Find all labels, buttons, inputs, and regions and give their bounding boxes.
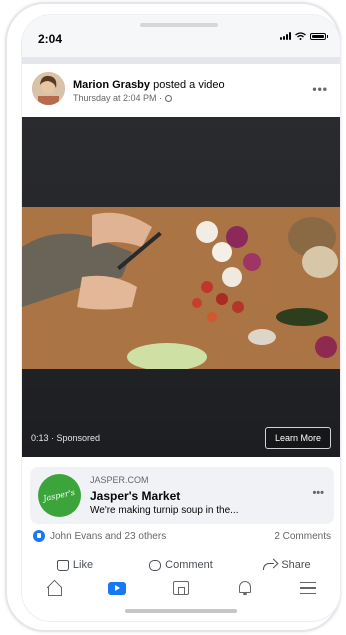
home-indicator[interactable] [125,609,237,613]
screen: 2:04 Marion Grasby posted a video Thursd… [21,14,341,622]
ad-logo: Jasper's [38,474,81,517]
marketplace-icon [172,581,189,595]
status-time: 2:04 [38,32,63,46]
share-label: Share [281,559,311,571]
video-player[interactable]: 0:13 · Sponsored Learn More [22,117,340,457]
battery-icon [310,32,328,40]
post-author[interactable]: Marion Grasby [73,79,150,91]
more-horizontal-icon[interactable]: ••• [312,82,328,96]
post-meta: Thursday at 2:04 PM · [73,93,173,103]
learn-more-button[interactable]: Learn More [264,427,331,449]
nav-menu[interactable] [297,578,319,598]
ad-card[interactable]: Jasper's JASPER.COM Jasper's Market We'r… [30,467,334,524]
status-icons [280,32,328,40]
globe-icon [165,94,173,102]
reactions-summary[interactable]: John Evans and 23 others [50,531,166,542]
avatar[interactable] [32,72,65,105]
wifi-icon [295,32,306,40]
like-button[interactable]: Like [22,557,128,573]
nav-watch[interactable] [106,578,128,598]
ad-title[interactable]: Jasper's Market [90,489,180,503]
video-sponsored-label: 0:13 · Sponsored [31,433,101,443]
home-icon [46,582,62,596]
nav-marketplace[interactable] [170,578,192,598]
notch [140,23,218,27]
comment-count[interactable]: 2 Comments [274,531,331,542]
bottom-nav [22,575,340,601]
cellular-signal-icon [280,32,291,40]
phone-frame: 2:04 Marion Grasby posted a video Thursd… [5,2,341,632]
post-author-line: Marion Grasby posted a video [73,79,225,91]
like-reaction-icon [33,530,45,542]
watch-icon [108,581,127,595]
ad-domain: JASPER.COM [90,475,149,485]
video-frame [22,207,340,369]
comment-label: Comment [165,559,213,571]
post-actions: Like Comment Share [22,557,340,573]
ad-description: We're making turnip soup in the... [90,505,239,516]
ad-more-icon[interactable]: ••• [312,487,324,499]
comment-icon [149,559,162,571]
like-label: Like [72,559,94,571]
menu-icon [300,582,317,594]
post-action: posted a video [150,79,225,91]
nav-notifications[interactable] [234,578,256,598]
comment-button[interactable]: Comment [128,557,234,573]
feed-divider [22,57,340,64]
notifications-icon [238,581,252,595]
share-button[interactable]: Share [234,557,340,573]
ad-logo-text: Jasper's [42,487,77,504]
share-icon [263,560,277,571]
post-header: Marion Grasby posted a video Thursday at… [22,64,340,117]
post-timestamp[interactable]: Thursday at 2:04 PM · [73,93,162,103]
status-bar: 2:04 [22,15,340,57]
reactions-bar: John Evans and 23 others 2 Comments [22,529,340,547]
thumbs-up-icon [56,559,69,571]
nav-home[interactable] [43,578,65,598]
